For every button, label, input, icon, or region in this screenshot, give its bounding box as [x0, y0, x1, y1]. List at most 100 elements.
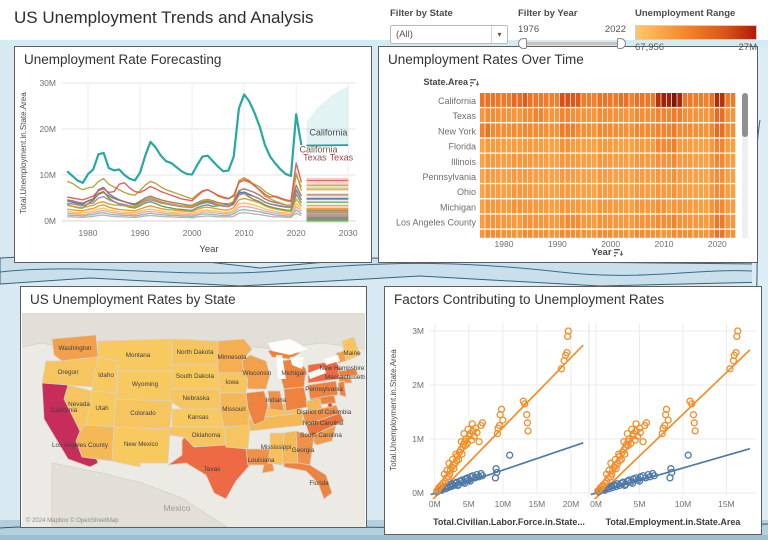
heatmap-cell: [501, 169, 506, 183]
heatmap-cell: [533, 93, 538, 107]
heatmap-cell: [506, 108, 512, 123]
heatmap-cell: [560, 138, 565, 153]
svg-text:1990: 1990: [131, 228, 150, 238]
scatter-charts[interactable]: 0M 5M 10M 15M 20M Total.Civilian.Labor.Force.…: [386, 313, 760, 534]
heatmap-cell: [565, 214, 570, 229]
heatmap-cell: [709, 169, 714, 183]
filter-state-label: Filter by State: [390, 8, 453, 19]
heatmap-cell: [634, 138, 640, 153]
svg-text:District of Columbia: District of Columbia: [297, 409, 352, 416]
heatmap-cell: [640, 199, 645, 214]
heatmap-cell: [517, 184, 522, 199]
heatmap-cell: [560, 229, 565, 238]
heatmap-cell: [608, 138, 613, 153]
heatmap-cell: [640, 123, 645, 138]
heatmap-cell: [688, 199, 693, 214]
heatmap-year-label[interactable]: Year: [479, 247, 735, 258]
heatmap-cell: [629, 229, 634, 238]
slider-handle-left[interactable]: [518, 38, 527, 49]
heatmap-cell: [490, 169, 496, 183]
heatmap-cell: [656, 108, 661, 123]
heatmap-cell: [677, 184, 682, 199]
sort-icon[interactable]: [470, 78, 479, 87]
heatmap-cell: [672, 229, 677, 238]
orange-point: [664, 416, 672, 424]
heatmap-cell: [693, 214, 698, 229]
heatmap-cell: [517, 169, 522, 183]
sort-icon[interactable]: [613, 248, 623, 257]
us-choropleth-map[interactable]: Washington Oregon Idaho Montana North Dakota…: [22, 313, 365, 527]
heatmap-cell: [618, 153, 624, 168]
heatmap-cell: [629, 123, 634, 138]
heatmap-cell: [677, 138, 682, 153]
heatmap-cell: [560, 214, 565, 229]
heatmap-cell: [522, 229, 528, 238]
svg-text:Kansas: Kansas: [187, 414, 208, 421]
state-shape[interactable]: [327, 402, 333, 408]
heatmap-cell: [730, 108, 736, 123]
legend-max-value: 27M: [738, 42, 757, 53]
chevron-down-icon[interactable]: ▾: [491, 26, 507, 43]
heatmap-chart[interactable]: California Texas New York Florida Illinois Pe…: [380, 91, 756, 251]
svg-text:1980: 1980: [79, 228, 98, 238]
heatmap-cell: [538, 229, 544, 238]
state-select[interactable]: (All) ▾: [390, 25, 508, 44]
heatmap-cell: [640, 153, 645, 168]
year-min-value: 1976: [518, 24, 540, 35]
svg-text:20M: 20M: [563, 499, 580, 509]
panel-scatter: Factors Contributing to Unemployment Rat…: [384, 286, 762, 535]
heatmap-cell: [586, 214, 592, 229]
heatmap-cell: [517, 199, 522, 214]
heatmap-cell: [586, 108, 592, 123]
svg-text:Year: Year: [199, 244, 218, 255]
scatter-plot[interactable]: [430, 327, 584, 502]
heatmap-cell: [522, 123, 528, 138]
heatmap-cells: [480, 93, 736, 238]
heatmap-cell: [570, 123, 576, 138]
svg-text:0M: 0M: [590, 499, 602, 509]
heatmap-cell: [714, 108, 720, 123]
heatmap-cell: [624, 169, 629, 183]
year-range-slider[interactable]: [518, 37, 626, 49]
slider-track[interactable]: [522, 42, 622, 45]
heatmap-cell: [581, 169, 586, 183]
svg-text:North Dakota: North Dakota: [176, 349, 214, 356]
heatmap-title: Unemployment Rates Over Time: [388, 52, 584, 67]
heatmap-cell: [704, 93, 709, 107]
heatmap-cell: [501, 229, 506, 238]
svg-text:20M: 20M: [39, 124, 56, 134]
forecast-chart[interactable]: CaliforniaCaliforniaTexas Texas0M10M20M30…: [16, 73, 370, 262]
heatmap-cell: [485, 153, 490, 168]
heatmap-cell: [570, 108, 576, 123]
heatmap-cell: [672, 169, 677, 183]
heatmap-cell: [597, 108, 602, 123]
heatmap-cell: [618, 108, 624, 123]
orange-point: [523, 419, 532, 427]
heatmap-cell: [565, 108, 570, 123]
slider-handle-right[interactable]: [617, 38, 626, 49]
heatmap-cell: [634, 123, 640, 138]
heatmap-cell: [496, 229, 501, 238]
heatmap-cell: [602, 93, 608, 107]
heatmap-cell: [554, 93, 560, 107]
heatmap-cell: [661, 199, 666, 214]
heatmap-cell: [730, 153, 736, 168]
heatmap-cell: [554, 138, 560, 153]
heatmap-cell: [490, 184, 496, 199]
heatmap-cell: [725, 138, 730, 153]
heatmap-cell: [693, 153, 698, 168]
heatmap-cell: [538, 93, 544, 107]
state-shape[interactable]: [223, 424, 251, 450]
heatmap-row-header[interactable]: State.Area: [379, 77, 479, 87]
heatmap-cell: [720, 199, 725, 214]
scrollbar-thumb[interactable]: [742, 93, 748, 137]
legend-gradient-bar[interactable]: [635, 25, 757, 40]
heatmap-cell: [506, 184, 512, 199]
heatmap-cell: [666, 184, 672, 199]
heatmap-cell: [506, 138, 512, 153]
svg-text:Texas: Texas: [330, 153, 354, 163]
heatmap-cell: [629, 108, 634, 123]
heatmap-cell: [725, 93, 730, 107]
heatmap-cell: [666, 93, 672, 107]
heatmap-cell: [688, 214, 693, 229]
